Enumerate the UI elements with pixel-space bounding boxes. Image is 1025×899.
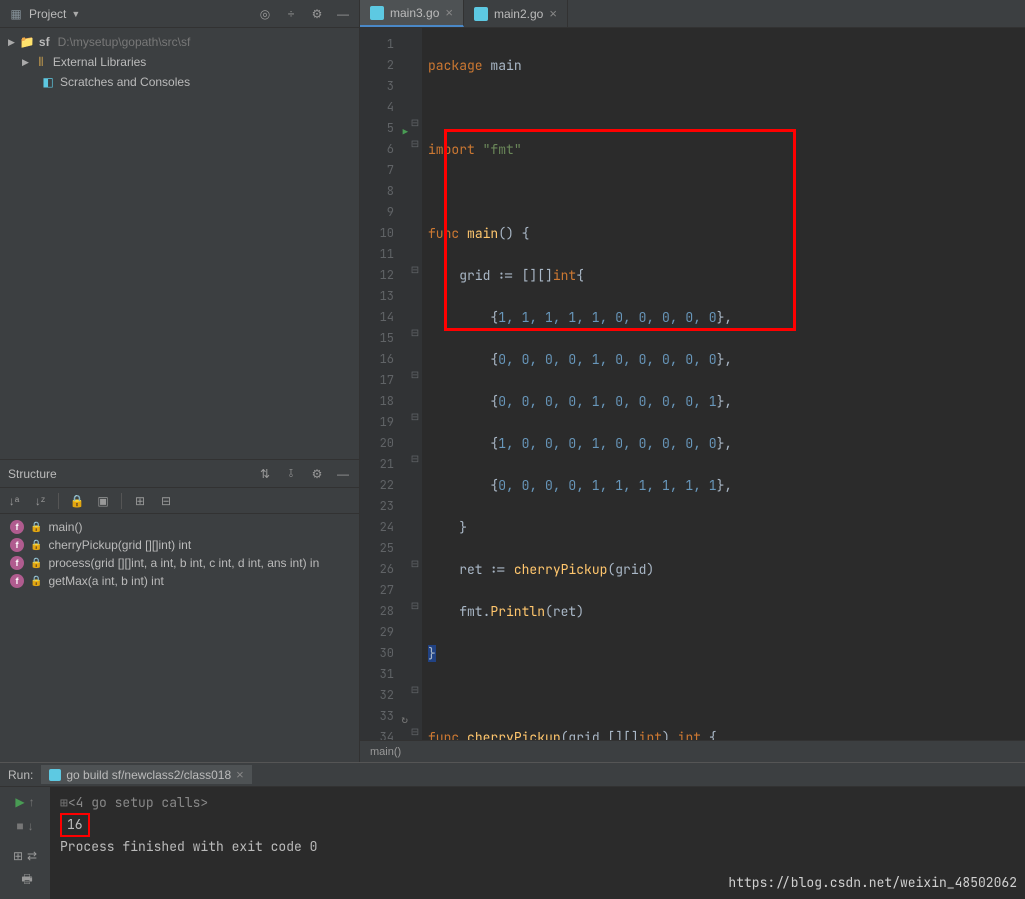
sort-alpha-icon[interactable]: ↓ᵃ	[6, 493, 22, 509]
go-file-icon	[49, 769, 61, 781]
collapse-icon[interactable]: ÷	[283, 6, 299, 22]
lock-icon: 🔒	[30, 522, 42, 533]
lock-icon: 🔒	[30, 576, 42, 587]
tab-main2[interactable]: main2.go×	[464, 0, 568, 27]
structure-item[interactable]: f🔒getMax(a int, b int) int	[0, 572, 359, 590]
scratch-icon: ◧	[40, 74, 56, 90]
gear-icon[interactable]: ⚙	[309, 466, 325, 482]
gear-icon[interactable]: ⚙	[309, 6, 325, 22]
lock-icon: 🔒	[30, 540, 42, 551]
project-icon: ▦	[8, 6, 24, 22]
close-icon[interactable]: ×	[549, 6, 557, 21]
close-icon[interactable]: ×	[445, 5, 453, 20]
func-badge-icon: f	[10, 574, 24, 588]
go-file-icon	[474, 7, 488, 21]
func-badge-icon: f	[10, 520, 24, 534]
target-icon[interactable]: ◎	[257, 6, 273, 22]
hide-icon[interactable]: —	[335, 466, 351, 482]
wrap-icon[interactable]: ⇄	[27, 849, 37, 863]
structure-item[interactable]: f🔒cherryPickup(grid [][]int) int	[0, 536, 359, 554]
down-icon[interactable]: ↓	[28, 819, 34, 833]
print-icon[interactable]: 🖶	[21, 870, 32, 891]
folder-icon: 📁	[19, 34, 35, 50]
project-panel-title[interactable]: ▦ Project ▼	[8, 6, 251, 22]
layout-icon[interactable]: ⊞	[13, 849, 23, 863]
run-output[interactable]: ⊞<4 go setup calls> 16 Process finished …	[50, 787, 1025, 899]
highlight-box	[444, 129, 796, 331]
watermark: https://blog.csdn.net/weixin_48502062	[728, 873, 1017, 893]
stop-icon[interactable]: ■	[16, 819, 23, 833]
sort-icon[interactable]: ⇅	[257, 466, 273, 482]
filter-icon[interactable]: ⫱	[283, 466, 299, 482]
lock-toolbar-icon[interactable]: 🔒	[69, 493, 85, 509]
sort-vis-icon[interactable]: ↓ᶻ	[32, 493, 48, 509]
run-label: Run:	[8, 768, 33, 782]
up-icon[interactable]: ↑	[29, 795, 35, 809]
rerun-icon[interactable]: ▶	[15, 795, 24, 809]
tab-main3[interactable]: main3.go×	[360, 0, 464, 27]
lock-icon: 🔒	[30, 558, 42, 569]
run-config-tab[interactable]: go build sf/newclass2/class018×	[41, 765, 251, 784]
output-result: 16	[60, 813, 90, 837]
hide-icon[interactable]: —	[335, 6, 351, 22]
folder-toolbar-icon[interactable]: ▣	[95, 493, 111, 509]
structure-title: Structure	[8, 467, 257, 481]
go-file-icon	[370, 6, 384, 20]
breadcrumb[interactable]: main()	[360, 740, 1025, 762]
tree-scratches[interactable]: ◧ Scratches and Consoles	[0, 72, 359, 92]
structure-item[interactable]: f🔒process(grid [][]int, a int, b int, c …	[0, 554, 359, 572]
func-badge-icon: f	[10, 556, 24, 570]
dropdown-icon: ▼	[71, 9, 80, 19]
collapse-all-icon[interactable]: ⊟	[158, 493, 174, 509]
code-editor[interactable]: package main import "fmt" func main() { …	[422, 28, 1025, 740]
fold-gutter[interactable]: ⊟⊟⊟⊟⊟⊟⊟⊟⊟⊟⊟	[408, 28, 422, 740]
expand-icon[interactable]: ⊞	[132, 493, 148, 509]
library-icon: ⫴	[33, 54, 49, 70]
close-icon[interactable]: ×	[236, 767, 244, 782]
tree-external-libs[interactable]: ▶ ⫴ External Libraries	[0, 52, 359, 72]
func-badge-icon: f	[10, 538, 24, 552]
line-number-gutter[interactable]: 1234 5▶ 67891011121314151617181920212223…	[360, 28, 408, 740]
tree-root[interactable]: ▶ 📁 sf D:\mysetup\gopath\src\sf	[0, 32, 359, 52]
project-tree[interactable]: ▶ 📁 sf D:\mysetup\gopath\src\sf ▶ ⫴ Exte…	[0, 28, 359, 459]
structure-item[interactable]: f🔒main()	[0, 518, 359, 536]
